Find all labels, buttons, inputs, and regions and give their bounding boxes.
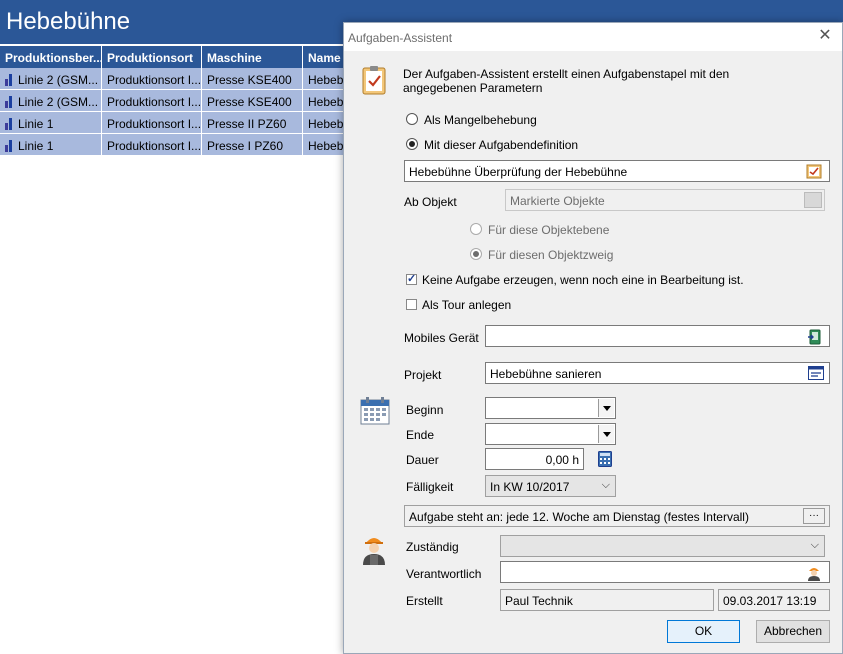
column-header[interactable]: Maschine — [202, 46, 303, 68]
mobiles-geraet-label: Mobiles Gerät — [404, 331, 479, 345]
table-cell: Produktionsort I... — [102, 68, 202, 89]
table-row[interactable]: Linie 2 (GSM... Produktionsort I... Pres… — [0, 90, 345, 112]
column-header[interactable]: Name — [303, 46, 345, 68]
intro-text: Der Aufgaben-Assistent erstellt einen Au… — [403, 67, 730, 95]
erstellt-date-field: 09.03.2017 13:19 — [718, 589, 830, 611]
projekt-field[interactable]: Hebebühne sanieren — [485, 362, 830, 384]
radio-objektzweig-label: Für diesen Objektzweig — [488, 248, 614, 262]
verantwortlich-field[interactable] — [500, 561, 830, 583]
worker-icon — [360, 531, 388, 568]
dauer-field[interactable]: 0,00 h — [485, 448, 584, 470]
table-cell: Hebebü — [303, 90, 345, 111]
line-icon — [5, 74, 15, 86]
column-header[interactable]: Produktionsort — [102, 46, 202, 68]
column-header[interactable]: Produktionsber... — [0, 46, 102, 68]
projekt-label: Projekt — [404, 368, 442, 382]
dialog-titlebar: Aufgaben-Assistent ✕ — [344, 23, 842, 51]
clipboard-check-icon[interactable] — [806, 163, 822, 182]
table-cell: Presse II PZ60 — [202, 112, 303, 133]
dauer-label: Dauer — [406, 453, 439, 467]
task-wizard-dialog: Aufgaben-Assistent ✕ Der Aufgaben-Assist… — [343, 22, 843, 654]
clipboard-check-icon — [362, 65, 386, 98]
table-cell: Hebebü — [303, 134, 345, 155]
table-row[interactable]: Linie 1 Produktionsort I... Presse I PZ6… — [0, 134, 345, 156]
checkbox-tour[interactable] — [406, 299, 417, 310]
table-cell: Linie 1 — [0, 112, 102, 133]
project-icon[interactable] — [808, 366, 824, 383]
radio-aufgabendefinition[interactable] — [406, 138, 418, 150]
chevron-down-icon[interactable] — [598, 425, 614, 443]
table-cell: Linie 2 (GSM... — [0, 68, 102, 89]
line-icon — [5, 140, 15, 152]
radio-objektzweig — [470, 248, 482, 260]
erstellt-by-field: Paul Technik — [500, 589, 714, 611]
zustaendig-select[interactable]: ⌵ — [500, 535, 825, 557]
device-select-icon[interactable] — [807, 329, 823, 348]
calendar-icon — [360, 397, 390, 428]
ende-field[interactable] — [485, 423, 616, 445]
ok-button[interactable]: OK — [667, 620, 740, 643]
table-cell: Produktionsort I... — [102, 112, 202, 133]
erstellt-label: Erstellt — [406, 594, 443, 608]
chevron-down-icon: ⌵ — [601, 479, 610, 491]
table-cell: Presse I PZ60 — [202, 134, 303, 155]
calculator-icon[interactable] — [598, 451, 612, 470]
table-cell: Presse KSE400 — [202, 90, 303, 111]
line-icon — [5, 96, 15, 108]
table-cell: Linie 1 — [0, 134, 102, 155]
zustaendig-label: Zuständig — [406, 540, 459, 554]
radio-mangelbehebung[interactable] — [406, 113, 418, 125]
faelligkeit-select[interactable]: In KW 10/2017 ⌵ — [485, 475, 616, 497]
chevron-down-icon[interactable] — [598, 399, 614, 417]
grid-header: Produktionsber... Produktionsort Maschin… — [0, 46, 345, 68]
checkbox-keine-aufgabe-label: Keine Aufgabe erzeugen, wenn noch eine i… — [422, 273, 744, 287]
table-row[interactable]: Linie 2 (GSM... Produktionsort I... Pres… — [0, 68, 345, 90]
definition-field[interactable]: Hebebühne Überprüfung der Hebebühne — [404, 160, 830, 182]
data-grid: Produktionsber... Produktionsort Maschin… — [0, 46, 345, 156]
table-cell: Hebebü — [303, 112, 345, 133]
interval-more-button[interactable]: ··· — [803, 508, 825, 524]
table-cell: Linie 2 (GSM... — [0, 90, 102, 111]
ab-objekt-label: Ab Objekt — [404, 195, 457, 209]
line-icon — [5, 118, 15, 130]
radio-mangelbehebung-label: Als Mangelbehebung — [424, 113, 537, 127]
table-cell: Produktionsort I... — [102, 90, 202, 111]
edit-icon — [804, 192, 822, 208]
person-select-icon[interactable] — [806, 565, 822, 584]
verantwortlich-label: Verantwortlich — [406, 567, 482, 581]
radio-objektebene-label: Für diese Objektebene — [488, 223, 610, 237]
radio-objektebene — [470, 223, 482, 235]
beginn-field[interactable] — [485, 397, 616, 419]
chevron-down-icon: ⌵ — [810, 539, 819, 551]
table-cell: Produktionsort I... — [102, 134, 202, 155]
page-title: Hebebühne — [6, 8, 131, 35]
mobiles-geraet-field[interactable] — [485, 325, 830, 347]
dialog-title: Aufgaben-Assistent — [348, 31, 453, 45]
ende-label: Ende — [406, 428, 435, 442]
table-cell: Presse KSE400 — [202, 68, 303, 89]
table-cell: Hebebü — [303, 68, 345, 89]
checkbox-tour-label: Als Tour anlegen — [422, 298, 512, 312]
checkbox-keine-aufgabe[interactable] — [406, 272, 417, 285]
faelligkeit-label: Fälligkeit — [406, 480, 454, 494]
radio-aufgabendefinition-label: Mit dieser Aufgabendefinition — [424, 138, 579, 152]
cancel-button[interactable]: Abbrechen — [756, 620, 830, 643]
close-icon[interactable]: ✕ — [818, 28, 832, 44]
interval-field: Aufgabe steht an: jede 12. Woche am Dien… — [404, 505, 830, 527]
ab-objekt-field: Markierte Objekte — [505, 189, 825, 211]
table-row[interactable]: Linie 1 Produktionsort I... Presse II PZ… — [0, 112, 345, 134]
beginn-label: Beginn — [406, 403, 444, 417]
